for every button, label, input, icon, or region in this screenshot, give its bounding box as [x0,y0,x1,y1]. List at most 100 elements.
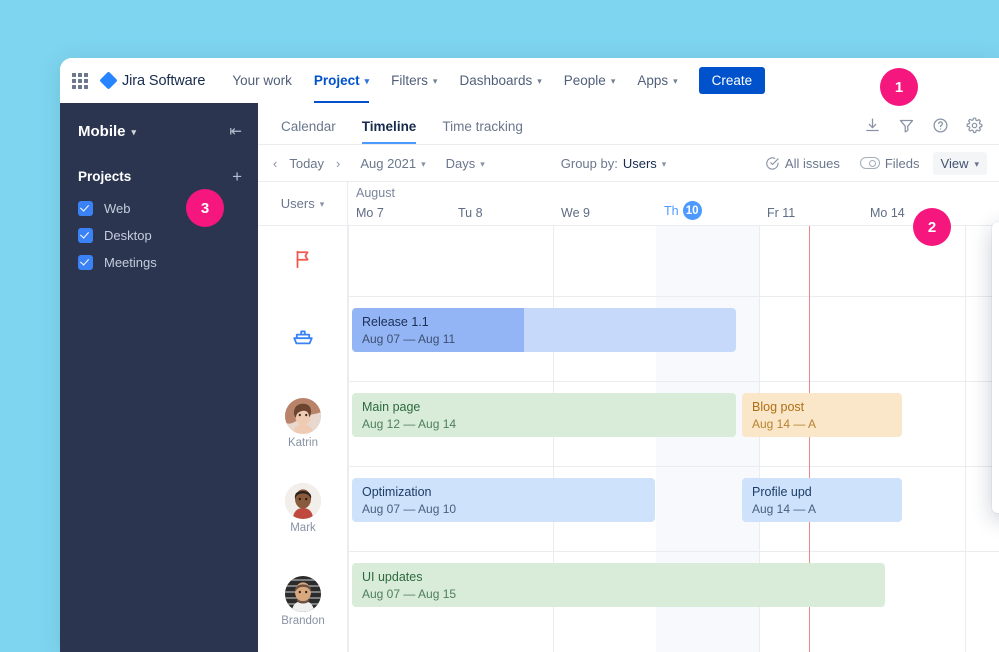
row-separator [348,551,999,552]
chevron-down-icon: ▾ [662,160,667,169]
dropdown-row-subtasks[interactable]: Subtasks [992,376,999,408]
bar-title: Release 1.1 [362,314,726,330]
day-header-we-9[interactable]: We 9 [561,206,590,220]
checkbox-icon[interactable] [78,228,93,243]
row-person-name: Brandon [281,615,324,627]
chevron-down-icon: ▾ [537,77,542,86]
bar-title: Main page [362,399,726,415]
timeline-grid: Release 1.1 Aug 07 — Aug 11 Main page Au… [348,226,999,652]
group-by-selector[interactable]: Group by: Users ▾ [554,152,674,175]
timeline-row-label-release [258,296,348,381]
month-label: August [356,186,395,200]
dropdown-header[interactable]: Issue appearance [992,233,999,265]
nav-item-your-work[interactable]: Your work [221,58,303,103]
period-selector[interactable]: Aug 2021 ▾ [353,152,432,175]
timeline-group-header[interactable]: Users ▾ [258,182,348,225]
bar-dates: Aug 07 — Aug 10 [362,501,645,517]
nav-label: Filters [391,73,428,88]
row-separator [348,381,999,382]
chevron-down-icon: ▾ [480,160,485,169]
timeline-row-label-katrin: Katrin [258,381,348,466]
chevron-right-icon[interactable]: › [331,156,345,171]
nav-item-filters[interactable]: Filters ▾ [380,58,448,103]
timeline-bar-main-page[interactable]: Main page Aug 12 — Aug 14 [352,393,736,437]
dropdown-row-releases[interactable]: Releases [992,472,999,504]
nav-item-dashboards[interactable]: Dashboards ▾ [448,58,552,103]
sidebar-item-desktop[interactable]: Desktop [60,222,258,249]
check-circle-icon [765,156,780,171]
view-tabs: Calendar Timeline Time tracking [258,103,999,145]
sidebar-item-label: Desktop [104,228,152,243]
checkbox-icon[interactable] [78,255,93,270]
app-switcher-icon[interactable] [72,73,88,89]
filter-icon[interactable] [898,117,915,134]
today-badge: 10 [683,201,702,220]
day-header-mo-7[interactable]: Mo 7 [356,206,384,220]
timeline-bar-ui-updates[interactable]: UI updates Aug 07 — Aug 15 [352,563,885,607]
timeline-bar-profile-update[interactable]: Profile upd Aug 14 — A [742,478,902,522]
annotation-badge-1: 1 [880,68,918,106]
avatar [285,576,321,612]
tab-calendar[interactable]: Calendar [268,119,349,144]
issue-filter-button[interactable]: All issues [758,152,847,175]
nav-item-apps[interactable]: Apps ▾ [626,58,688,103]
chevron-left-icon[interactable]: ‹ [268,156,282,171]
day-label: Tu 8 [458,206,483,220]
timeline-bar-optimization[interactable]: Optimization Aug 07 — Aug 10 [352,478,655,522]
dropdown-row-milestones[interactable]: Milestones [992,440,999,472]
timeline-row-label-mark: Mark [258,466,348,551]
toolbar-right-group: All issues Fileds View ▾ [758,152,987,175]
day-header-tu-8[interactable]: Tu 8 [458,206,483,220]
nav-item-people[interactable]: People ▾ [553,58,627,103]
nav-label: Apps [637,73,668,88]
timeline-bar-blog-post[interactable]: Blog post Aug 14 — A [742,393,902,437]
chevron-down-icon: ▾ [365,77,370,86]
help-icon[interactable] [932,117,949,134]
issue-filter-label: All issues [785,156,840,171]
day-header-mo-14[interactable]: Mo 14 [870,206,905,220]
sidebar-item-meetings[interactable]: Meetings [60,249,258,276]
jira-brand-logo[interactable]: Jira Software [102,73,205,89]
bar-dates: Aug 14 — A [752,416,892,432]
download-icon[interactable] [864,117,881,134]
day-header-th-10[interactable]: Th 10 [664,201,702,220]
chevron-down-icon: ▾ [611,77,616,86]
annotation-badge-2: 2 [913,208,951,246]
dropdown-row-highlight-today[interactable]: Highlight today [992,266,999,298]
today-button[interactable]: Today [282,152,331,175]
dropdown-row-work-log-entries[interactable]: Work log entries [992,408,999,440]
nav-label: Your work [232,73,292,88]
group-by-value: Users [623,156,657,171]
dropdown-row-week-numbers[interactable]: Week numbers [992,298,999,330]
nav-label: People [564,73,606,88]
annotation-badge-3: 3 [186,189,224,227]
nav-label: Project [314,73,360,88]
day-header-fr-11[interactable]: Fr 11 [767,206,795,220]
collapse-sidebar-icon[interactable]: ⇤ [229,124,242,139]
create-button[interactable]: Create [699,67,766,94]
sidebar-section-label: Projects [78,169,131,184]
nav-item-project[interactable]: Project ▾ [303,58,380,103]
view-dropdown-button[interactable]: View ▾ [933,152,987,175]
release-ship-icon [291,324,315,353]
dropdown-row-weekends[interactable]: Weekends [992,330,999,362]
bar-title: Blog post [752,399,892,415]
fields-button[interactable]: Fileds [853,152,927,175]
timeline-body: Katrin M [258,226,999,652]
tab-time-tracking[interactable]: Time tracking [429,119,536,144]
row-separator [348,466,999,467]
settings-icon[interactable] [966,117,983,134]
checkbox-icon[interactable] [78,201,93,216]
zoom-selector[interactable]: Days ▾ [439,152,492,175]
row-person-name: Katrin [288,437,318,449]
bar-dates: Aug 12 — Aug 14 [362,416,726,432]
bar-dates: Aug 14 — A [752,501,892,517]
sidebar: Mobile ▾ ⇤ Projects + Web Desktop [60,103,258,652]
plus-icon[interactable]: + [232,168,242,185]
sidebar-item-web[interactable]: Web [60,195,258,222]
timeline-bar-release-1-1[interactable]: Release 1.1 Aug 07 — Aug 11 [352,308,736,352]
sidebar-project-switcher[interactable]: Mobile ▾ [78,123,136,140]
grid-line [965,226,966,652]
tab-timeline[interactable]: Timeline [349,119,430,144]
sidebar-section-projects: Projects + [60,168,258,185]
